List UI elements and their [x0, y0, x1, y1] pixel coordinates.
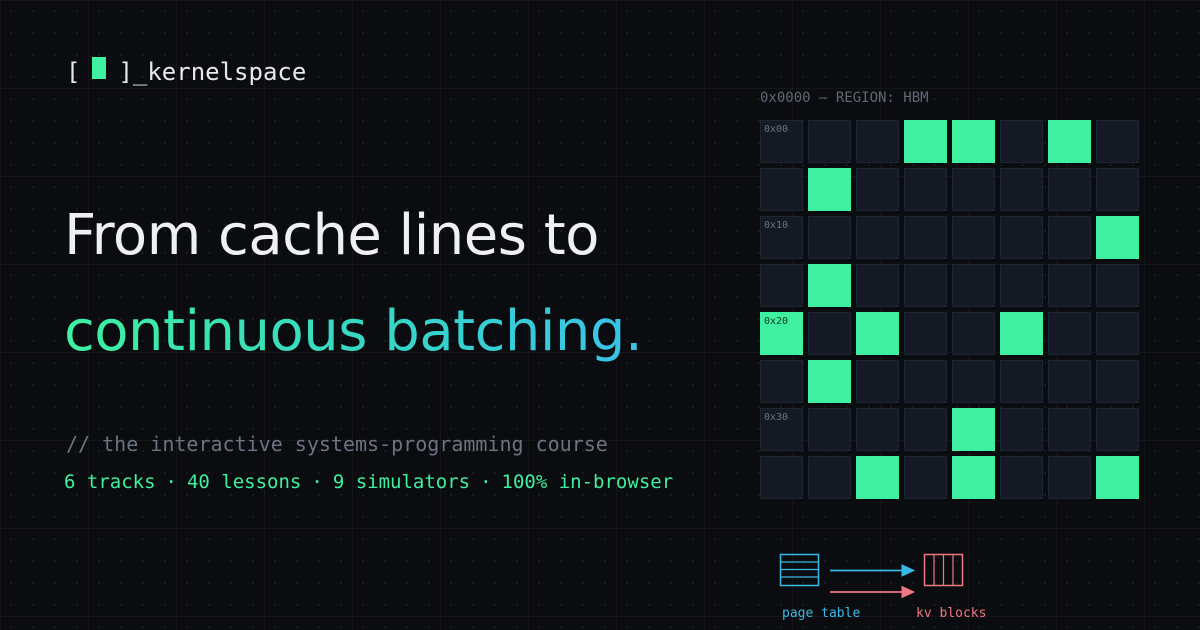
- memory-block-free: [808, 120, 851, 163]
- pointer-arrow-icon: [830, 585, 916, 599]
- memory-block-free: [952, 216, 995, 259]
- memory-block-free: [1048, 216, 1091, 259]
- memory-block-allocated: [808, 168, 851, 211]
- memory-block-allocated: 0x20: [760, 312, 803, 355]
- memory-block-free: [904, 312, 947, 355]
- memory-block-free: [856, 408, 899, 451]
- memory-block-free: [904, 360, 947, 403]
- memory-block-free: [904, 168, 947, 211]
- row-address-label: 0x00: [764, 124, 789, 135]
- stat-item: 100% in-browser: [501, 471, 674, 493]
- memory-block-allocated: [1096, 456, 1139, 499]
- memory-block-free: [952, 168, 995, 211]
- memory-block-free: 0x10: [760, 216, 803, 259]
- headline: From cache lines to continuous batching.: [64, 188, 643, 380]
- table-icon: [779, 553, 820, 587]
- headline-line-2: continuous batching.: [64, 284, 643, 380]
- memory-block-free: [856, 264, 899, 307]
- memory-block-free: [1096, 408, 1139, 451]
- memory-block-free: [1096, 360, 1139, 403]
- brand-name: _kernelspace: [132, 58, 307, 86]
- memory-block-allocated: [904, 120, 947, 163]
- page-table-label: page table: [782, 606, 861, 621]
- memory-block-free: [904, 408, 947, 451]
- memory-block-free: [1000, 456, 1043, 499]
- memory-block-free: 0x00: [760, 120, 803, 163]
- headline-line-1: From cache lines to: [64, 203, 599, 268]
- memory-block-free: [808, 216, 851, 259]
- memory-block-free: [1000, 264, 1043, 307]
- memory-block-free: [1000, 120, 1043, 163]
- memory-block-grid: 0x00 0x10 0x20 0x30: [760, 120, 1139, 499]
- memory-block-free: [952, 264, 995, 307]
- memory-block-free: [1048, 264, 1091, 307]
- memory-block-free: [1096, 312, 1139, 355]
- memory-block-free: 0x30: [760, 408, 803, 451]
- stats-separator: ·: [480, 471, 492, 493]
- memory-block-free: [904, 216, 947, 259]
- memory-block-free: [952, 312, 995, 355]
- memory-block-free: [856, 360, 899, 403]
- memory-block-free: [904, 264, 947, 307]
- brand-logo: [ ] _kernelspace: [66, 52, 306, 92]
- pointer-arrow-icon: [830, 564, 916, 577]
- memory-block-allocated: [856, 456, 899, 499]
- memory-block-allocated: [808, 360, 851, 403]
- memory-block-free: [808, 312, 851, 355]
- memory-block-free: [1048, 168, 1091, 211]
- memory-block-free: [808, 456, 851, 499]
- blocks-icon: [923, 553, 964, 587]
- stats-separator: ·: [165, 471, 177, 493]
- memory-block-allocated: [1000, 312, 1043, 355]
- memory-block-free: [1048, 312, 1091, 355]
- memory-block-free: [856, 216, 899, 259]
- memory-block-free: [1096, 168, 1139, 211]
- memory-block-free: [760, 456, 803, 499]
- memory-block-allocated: [1048, 120, 1091, 163]
- stats-separator: ·: [311, 471, 323, 493]
- memory-block-free: [1048, 360, 1091, 403]
- memory-block-allocated: [856, 312, 899, 355]
- memory-block-allocated: [952, 120, 995, 163]
- memory-block-allocated: [952, 456, 995, 499]
- memory-block-free: [1096, 264, 1139, 307]
- memory-block-allocated: [952, 408, 995, 451]
- memory-block-free: [1048, 456, 1091, 499]
- logo-bracket-close: ]: [118, 58, 133, 86]
- memory-block-free: [1000, 408, 1043, 451]
- memory-block-free: [856, 168, 899, 211]
- memory-block-free: [760, 168, 803, 211]
- memory-block-free: [760, 264, 803, 307]
- memory-block-allocated: [1096, 216, 1139, 259]
- row-address-label: 0x20: [764, 316, 789, 327]
- memory-block-free: [952, 360, 995, 403]
- memory-block-free: [1000, 168, 1043, 211]
- paging-diagram: page table kv blocks: [776, 548, 1016, 628]
- memory-block-free: [856, 120, 899, 163]
- kv-blocks-label: kv blocks: [916, 606, 987, 621]
- row-address-label: 0x30: [764, 412, 789, 423]
- course-stats: 6 tracks · 40 lessons · 9 simulators · 100% in…: [64, 471, 673, 493]
- tagline: // the interactive systems-programming c…: [66, 432, 608, 456]
- stat-item: 9 simulators: [332, 471, 471, 493]
- stat-item: 40 lessons: [186, 471, 302, 493]
- paging-diagram-graphic: [779, 553, 964, 599]
- memory-block-free: [1000, 360, 1043, 403]
- memory-region-header: 0x0000 — REGION: HBM: [760, 90, 929, 106]
- memory-block-free: [904, 456, 947, 499]
- memory-block-free: [1096, 120, 1139, 163]
- memory-block-allocated: [808, 264, 851, 307]
- memory-block-free: [1000, 216, 1043, 259]
- memory-block-free: [1048, 408, 1091, 451]
- row-address-label: 0x10: [764, 220, 789, 231]
- memory-block-free: [760, 360, 803, 403]
- memory-block-free: [808, 408, 851, 451]
- cursor-block-icon: [92, 57, 107, 79]
- stat-item: 6 tracks: [64, 471, 156, 493]
- logo-bracket-open: [: [66, 58, 81, 86]
